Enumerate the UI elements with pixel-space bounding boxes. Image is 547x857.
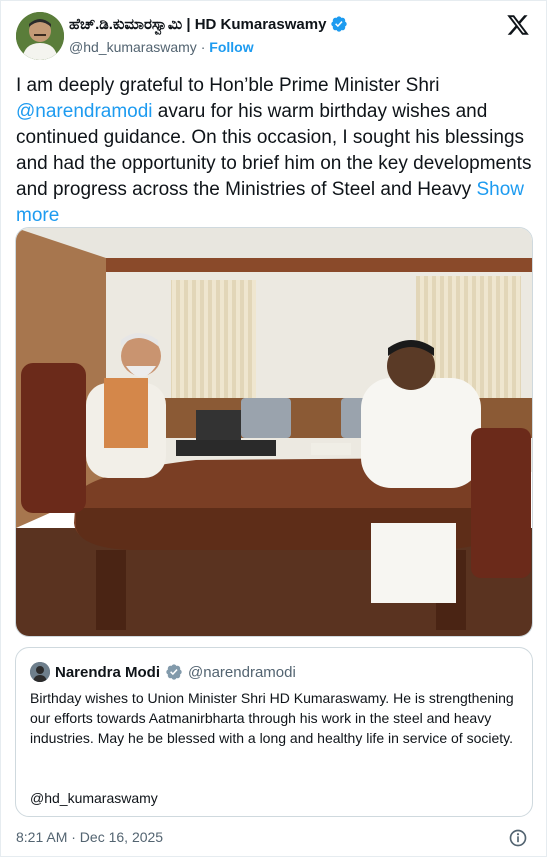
info-icon[interactable] <box>508 828 528 848</box>
quoted-tweet-header: Narendra Modi @narendramodi <box>30 662 296 682</box>
tweet-photo[interactable] <box>15 227 533 637</box>
handle-separator: · <box>196 39 210 55</box>
tweet-mention-link[interactable]: @narendramodi <box>16 101 153 122</box>
follow-button[interactable]: Follow <box>209 39 253 55</box>
author-name-row: ಹೆಚ್.ಡಿ.ಕುಮಾರಸ್ವಾಮಿ | HD Kumaraswamy <box>69 15 348 33</box>
author-display-name[interactable]: ಹೆಚ್.ಡಿ.ಕುಮಾರಸ್ವಾಮಿ | HD Kumaraswamy <box>69 16 326 33</box>
quoted-author-handle: @narendramodi <box>188 663 296 681</box>
quoted-tweet-text: Birthday wishes to Union Minister Shri H… <box>30 690 514 746</box>
quoted-tweet[interactable]: Narendra Modi @narendramodi Birthday wis… <box>15 647 533 817</box>
author-handle-row: @hd_kumaraswamy · Follow <box>69 39 254 55</box>
quoted-verified-badge-icon <box>165 663 183 681</box>
quoted-tweet-mention: @hd_kumaraswamy <box>30 790 158 806</box>
verified-badge-icon <box>330 15 348 33</box>
tweet-header: ಹೆಚ್.ಡಿ.ಕುಮಾರಸ್ವಾಮಿ | HD Kumaraswamy @hd… <box>16 11 532 63</box>
quoted-author-avatar <box>30 662 50 682</box>
tweet-text-start: I am deeply grateful to Hon’ble Prime Mi… <box>16 75 440 96</box>
tweet-timestamp[interactable]: 8:21 AM · Dec 16, 2025 <box>16 829 163 845</box>
author-avatar[interactable] <box>16 12 64 60</box>
x-logo-icon[interactable] <box>506 13 530 37</box>
tweet-embed-card: ಹೆಚ್.ಡಿ.ಕುಮಾರಸ್ವಾಮಿ | HD Kumaraswamy @hd… <box>0 0 547 857</box>
quoted-author-name: Narendra Modi <box>55 663 161 681</box>
tweet-text: I am deeply grateful to Hon’ble Prime Mi… <box>16 73 534 229</box>
author-handle[interactable]: @hd_kumaraswamy <box>69 39 197 55</box>
